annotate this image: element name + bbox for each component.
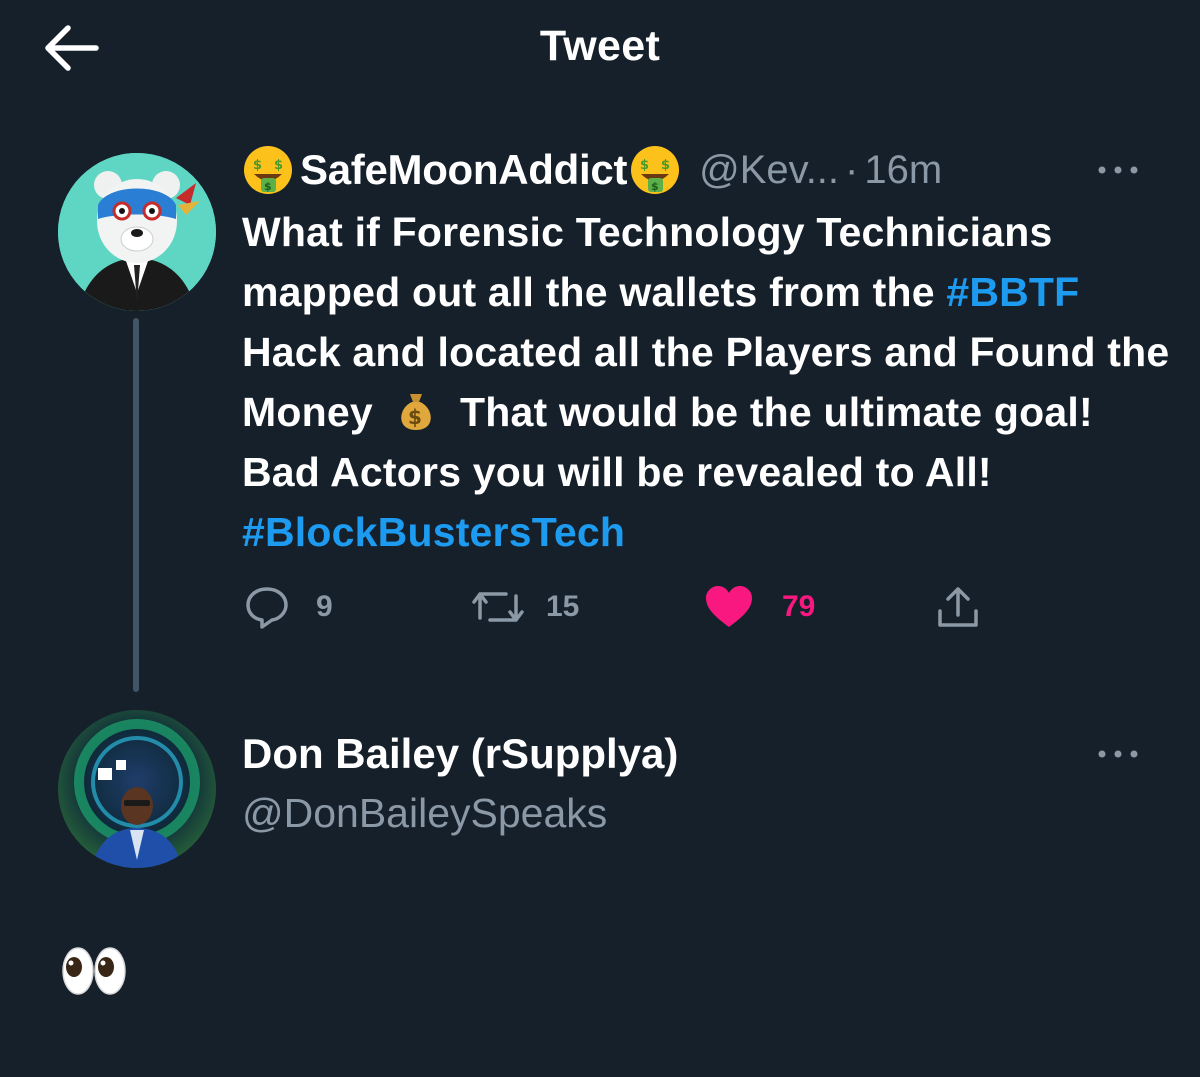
author-handle[interactable]: @Kev... xyxy=(699,148,839,193)
share-button[interactable] xyxy=(934,582,982,632)
like-button[interactable]: 79 xyxy=(704,582,815,632)
tweet-author-row: $ $ $ SafeMoonAddict $ $ $ @Kev... · 16m xyxy=(242,140,942,200)
ellipsis-icon xyxy=(1098,166,1138,174)
reply-count: 9 xyxy=(316,590,333,623)
retweet-button[interactable]: 15 xyxy=(470,582,579,632)
retweet-count: 15 xyxy=(546,590,580,623)
tweet-timestamp[interactable]: 16m xyxy=(864,148,942,193)
reply-icon xyxy=(246,587,288,629)
thread-connector-line xyxy=(133,318,139,692)
reply-author-avatar[interactable] xyxy=(58,710,216,868)
author-avatar[interactable] xyxy=(58,153,216,311)
svg-text:$: $ xyxy=(408,405,422,429)
eyes-emoji xyxy=(62,947,126,995)
author-display-name[interactable]: SafeMoonAddict xyxy=(300,146,627,194)
svg-text:$: $ xyxy=(253,158,262,173)
svg-text:$: $ xyxy=(274,158,283,173)
reply-text xyxy=(60,945,128,1005)
money-mouth-face-emoji: $ $ $ xyxy=(631,146,680,194)
retweet-icon xyxy=(472,592,524,622)
tweet-text: What if Forensic Technology Technicians … xyxy=(242,202,1172,562)
like-count: 79 xyxy=(782,590,816,623)
hashtag-link[interactable]: #BlockBustersTech xyxy=(242,509,625,555)
page-title: Tweet xyxy=(539,22,661,70)
person-avatar-image xyxy=(58,710,216,868)
separator-dot: · xyxy=(845,147,859,192)
share-icon xyxy=(938,587,978,627)
reply-button[interactable]: 9 xyxy=(244,582,333,632)
money-bag-emoji: $ xyxy=(401,394,432,430)
reply-author-name[interactable]: Don Bailey (rSupplya) xyxy=(242,730,678,778)
svg-text:$: $ xyxy=(264,180,272,193)
bear-avatar-image xyxy=(58,153,216,311)
hashtag-link[interactable]: #BBTF xyxy=(946,269,1079,315)
svg-text:$: $ xyxy=(640,158,649,173)
top-bar: Tweet xyxy=(0,0,1200,100)
svg-text:$: $ xyxy=(661,158,670,173)
tweet-text-part: What if Forensic Technology Technicians … xyxy=(242,209,1053,315)
tweet-more-button[interactable] xyxy=(1094,158,1142,182)
tweet-actions-bar: 9 15 79 xyxy=(240,582,1000,632)
money-mouth-face-emoji: $ $ $ xyxy=(244,146,292,194)
ellipsis-icon xyxy=(1098,750,1138,758)
reply-author-handle[interactable]: @DonBaileySpeaks xyxy=(242,790,607,837)
svg-text:$: $ xyxy=(651,180,659,193)
heart-filled-icon xyxy=(706,586,752,627)
reply-more-button[interactable] xyxy=(1094,742,1142,766)
